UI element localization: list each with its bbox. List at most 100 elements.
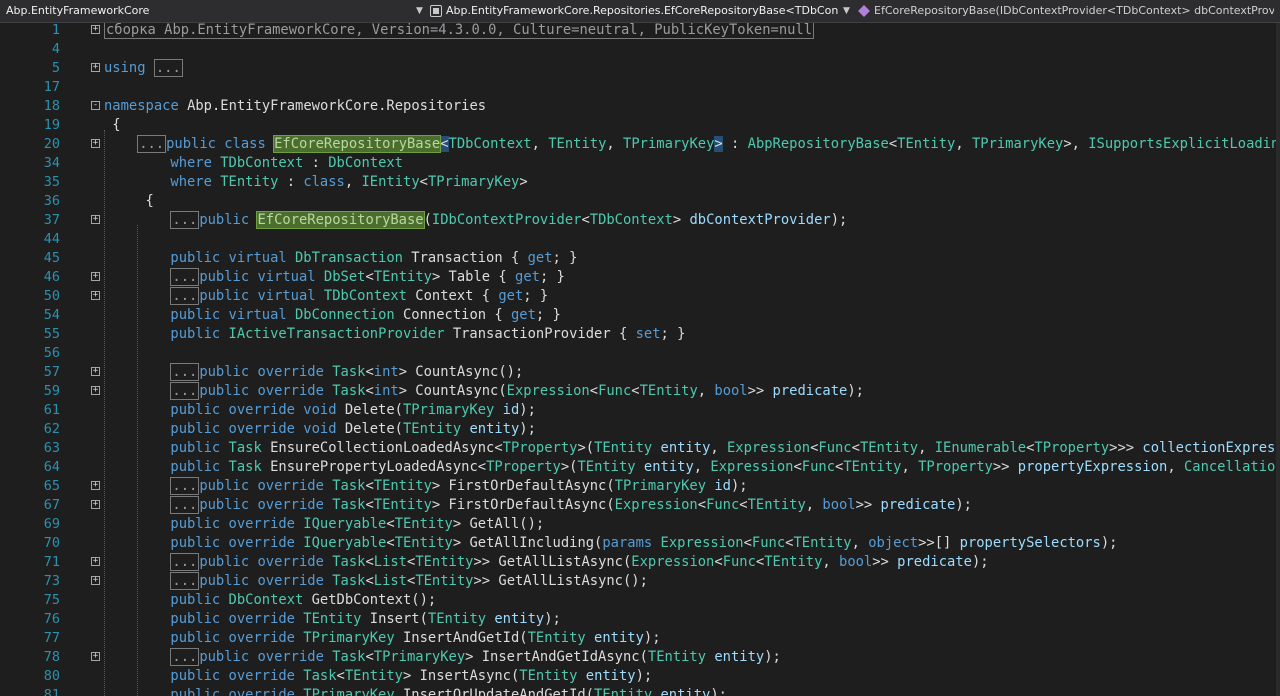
collapsed-region-marker[interactable]: ...	[170, 496, 200, 514]
code-token: Task	[303, 668, 337, 684]
code-line[interactable]: 67 +... public override Task<TEntity> Firs…	[0, 496, 1280, 515]
expand-icon[interactable]: +	[91, 576, 100, 585]
code-token: Task	[228, 440, 262, 456]
code-text: namespace Abp.EntityFrameworkCore.Reposi…	[104, 97, 486, 116]
code-token: > InsertAndGetIdAsync(	[465, 649, 648, 665]
code-token: entity	[660, 687, 711, 696]
code-token: TEntity	[344, 668, 403, 684]
code-line[interactable]: 64 public Task EnsurePropertyLoadedAsync<…	[0, 458, 1280, 477]
code-token: TEntity	[394, 535, 453, 551]
code-token: ,	[710, 440, 727, 456]
code-line[interactable]: 18 - namespace Abp.EntityFrameworkCore.Rep…	[0, 97, 1280, 116]
code-token: public override	[170, 516, 304, 532]
code-token: TProperty	[1034, 440, 1110, 456]
code-token: TPrimaryKey	[971, 136, 1064, 152]
code-line[interactable]: 59 +... public override Task<int> CountAsy…	[0, 382, 1280, 401]
code-token: >	[672, 212, 690, 228]
code-line[interactable]: 63 public Task EnsureCollectionLoadedAsyn…	[0, 439, 1280, 458]
collapsed-region-marker[interactable]: ...	[170, 648, 200, 666]
code-token: >	[714, 136, 723, 152]
expand-icon[interactable]: +	[91, 25, 100, 34]
expand-icon[interactable]: +	[91, 652, 100, 661]
collapsed-region-marker[interactable]: ...	[170, 553, 200, 571]
code-line[interactable]: 56	[0, 344, 1280, 363]
code-line[interactable]: 65 +... public override Task<TEntity> Firs…	[0, 477, 1280, 496]
code-line[interactable]: 20 +... public class EfCoreRepositoryBase<…	[0, 135, 1280, 154]
expand-icon[interactable]: +	[91, 386, 100, 395]
code-token: where	[170, 155, 221, 171]
code-line[interactable]: 57 +... public override Task<int> CountAsy…	[0, 363, 1280, 382]
code-token: <	[419, 174, 428, 190]
code-line[interactable]: 76 public override TEntity Insert(TEntity…	[0, 610, 1280, 629]
code-line[interactable]: 69 public override IQueryable<TEntity> Ge…	[0, 515, 1280, 534]
code-line[interactable]: 34 where TDbContext : DbContext	[0, 154, 1280, 173]
collapse-icon[interactable]: -	[91, 101, 100, 110]
collapsed-region-marker[interactable]: ...	[170, 268, 200, 286]
code-token: public virtual	[199, 288, 324, 304]
expand-icon[interactable]: +	[91, 63, 100, 72]
code-line[interactable]: 70 public override IQueryable<TEntity> Ge…	[0, 534, 1280, 553]
expand-icon[interactable]: +	[91, 291, 100, 300]
code-line[interactable]: 61 public override void Delete(TPrimaryKe…	[0, 401, 1280, 420]
code-token: (	[423, 212, 432, 228]
code-line[interactable]: 1 + сборка Abp.EntityFrameworkCore, Versio…	[0, 23, 1280, 40]
code-token: TEntity	[527, 630, 586, 646]
expand-icon[interactable]: +	[91, 500, 100, 509]
expand-icon[interactable]: +	[91, 481, 100, 490]
collapsed-region-marker[interactable]: ...	[170, 572, 200, 590]
project-dropdown[interactable]: Abp.EntityFrameworkCore ▼	[4, 0, 426, 22]
code-token: EfCoreRepositoryBase	[273, 135, 442, 153]
expand-icon[interactable]: +	[91, 272, 100, 281]
collapsed-region-marker[interactable]: сборка Abp.EntityFrameworkCore, Version=…	[104, 23, 815, 39]
expand-icon[interactable]: +	[91, 557, 100, 566]
line-number: 34	[43, 155, 60, 171]
code-token: Func	[598, 383, 632, 399]
code-line[interactable]: 36 {	[0, 192, 1280, 211]
code-line[interactable]: 35 where TEntity : class, IEntity<TPrimar…	[0, 173, 1280, 192]
code-line[interactable]: 50 +... public virtual TDbContext Context …	[0, 287, 1280, 306]
collapsed-region-marker[interactable]: ...	[170, 287, 200, 305]
code-line[interactable]: 77 public override TPrimaryKey InsertAndG…	[0, 629, 1280, 648]
code-line[interactable]: 75 public DbContext GetDbContext();	[0, 591, 1280, 610]
code-editor[interactable]: 1 + сборка Abp.EntityFrameworkCore, Versio…	[0, 23, 1280, 696]
code-token: get	[498, 288, 524, 304]
code-line[interactable]: 5 + using ...	[0, 59, 1280, 78]
expand-icon[interactable]: +	[91, 215, 100, 224]
expand-icon[interactable]: +	[91, 139, 100, 148]
code-line[interactable]: 17	[0, 78, 1280, 97]
collapsed-region-marker[interactable]: ...	[153, 59, 183, 77]
code-line[interactable]: 19 {	[0, 116, 1280, 135]
code-line[interactable]: 62 public override void Delete(TEntity en…	[0, 420, 1280, 439]
code-line[interactable]: 44	[0, 230, 1280, 249]
code-token: <	[697, 497, 707, 513]
code-text: ... public override Task<List<TEntity>> G…	[170, 553, 989, 572]
code-line[interactable]: 78 +... public override Task<TPrimaryKey> …	[0, 648, 1280, 667]
member-dropdown[interactable]: EfCoreRepositoryBase(IDbContextProvider<…	[856, 0, 1280, 22]
type-dropdown[interactable]: Abp.EntityFrameworkCore.Repositories.EfC…	[428, 0, 852, 22]
code-token: Abp.EntityFrameworkCore.Repositories	[178, 98, 487, 114]
code-line[interactable]: 37 +... public EfCoreRepositoryBase(IDbCon…	[0, 211, 1280, 230]
vertical-scrollbar[interactable]	[1276, 23, 1280, 696]
code-text: public override Task<TEntity> InsertAsyn…	[170, 667, 652, 686]
code-line[interactable]: 81 public override TPrimaryKey InsertOrUp…	[0, 686, 1280, 696]
line-number: 19	[43, 117, 60, 133]
code-token: Func	[751, 535, 786, 551]
collapsed-region-marker[interactable]: ...	[137, 135, 167, 153]
code-line[interactable]: 71 +... public override Task<List<TEntity>…	[0, 553, 1280, 572]
code-line[interactable]: 80 public override Task<TEntity> InsertAs…	[0, 667, 1280, 686]
collapsed-region-marker[interactable]: ...	[170, 211, 200, 229]
code-line[interactable]: 4	[0, 40, 1280, 59]
code-token: <	[631, 383, 640, 399]
code-line[interactable]: 55 public IActiveTransactionProvider Tran…	[0, 325, 1280, 344]
code-line[interactable]: 46 +... public virtual DbSet<TEntity> Tabl…	[0, 268, 1280, 287]
collapsed-region-marker[interactable]: ...	[170, 363, 200, 381]
collapsed-region-marker[interactable]: ...	[170, 382, 200, 400]
chevron-down-icon: ▼	[416, 6, 423, 16]
collapsed-region-marker[interactable]: ...	[170, 477, 200, 495]
code-line[interactable]: 45 public virtual DbTransaction Transacti…	[0, 249, 1280, 268]
code-line[interactable]: 54 public virtual DbConnection Connection…	[0, 306, 1280, 325]
code-token: TPrimaryKey	[303, 687, 395, 696]
code-line[interactable]: 73 +... public override Task<List<TEntity>…	[0, 572, 1280, 591]
expand-icon[interactable]: +	[91, 367, 100, 376]
